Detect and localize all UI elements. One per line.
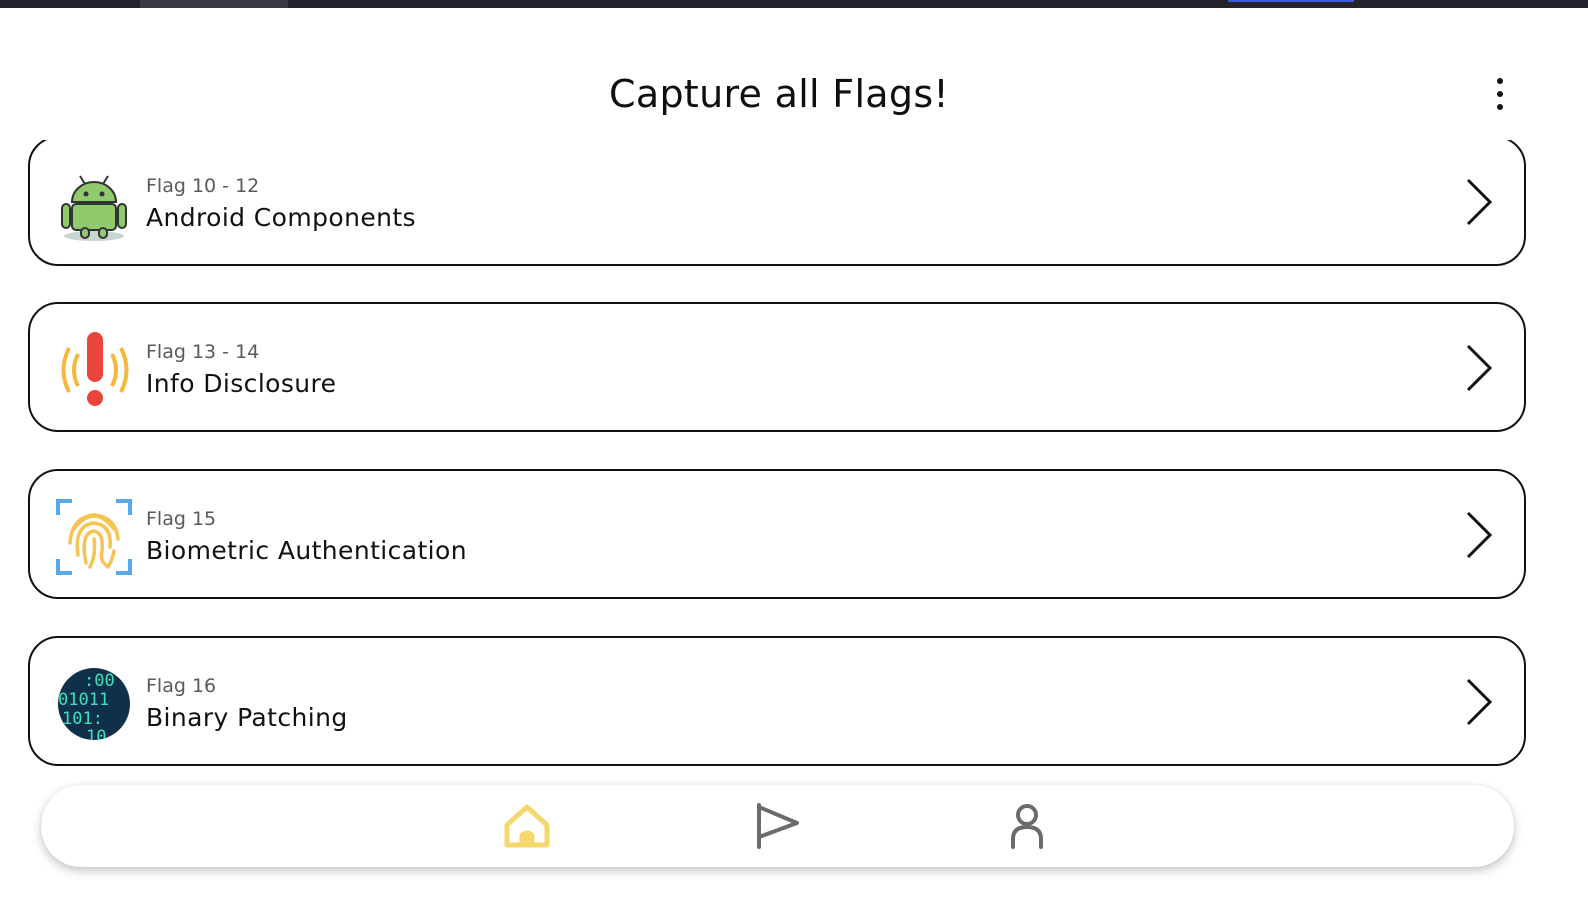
card-subtitle: Flag 16 <box>146 675 217 697</box>
svg-text::00: :00 <box>84 671 115 691</box>
card-binary-patching[interactable]: :00 01011 101: 10 Flag 16 Binary Patchin… <box>28 636 1526 766</box>
more-options-button[interactable] <box>1484 74 1516 114</box>
card-biometric-authentication[interactable]: Flag 15 Biometric Authentication <box>28 469 1526 599</box>
card-android-components[interactable]: Flag 10 - 12 Android Components <box>28 140 1526 266</box>
card-subtitle: Flag 10 - 12 <box>146 175 260 197</box>
exclamation-broadcast-icon <box>61 332 129 406</box>
page-title: Capture all Flags! <box>609 72 949 116</box>
card-title: Android Components <box>146 203 416 232</box>
chevron-right-icon <box>1466 178 1493 226</box>
status-bar-indicator <box>1228 0 1354 2</box>
svg-text:10: 10 <box>86 727 106 742</box>
card-title: Biometric Authentication <box>146 536 467 565</box>
chevron-right-icon <box>1466 678 1493 726</box>
card-title: Info Disclosure <box>146 369 337 398</box>
more-vert-icon-dot <box>1497 91 1503 97</box>
chevron-right-icon <box>1466 511 1493 559</box>
chevron-right-icon <box>1466 344 1493 392</box>
home-icon <box>504 804 550 848</box>
status-bar <box>0 0 1588 8</box>
nav-profile-button[interactable] <box>999 799 1055 855</box>
flag-category-list[interactable]: Flag 10 - 12 Android Components Flag 13 … <box>0 140 1588 780</box>
status-bar-tab <box>140 0 288 8</box>
card-subtitle: Flag 15 <box>146 508 217 530</box>
more-vert-icon <box>1497 78 1503 84</box>
user-icon <box>1011 804 1043 849</box>
svg-text:01011: 01011 <box>58 690 109 710</box>
more-vert-icon-dot <box>1497 104 1503 110</box>
svg-text:101:: 101: <box>62 709 103 729</box>
card-title: Binary Patching <box>146 703 348 732</box>
card-subtitle: Flag 13 - 14 <box>146 341 260 363</box>
fingerprint-icon <box>56 499 132 575</box>
bottom-navigation-bar <box>41 785 1514 867</box>
android-robot-icon <box>61 175 127 241</box>
nav-home-button[interactable] <box>499 799 555 855</box>
nav-flags-button[interactable] <box>749 799 805 855</box>
flag-icon <box>757 803 799 849</box>
binary-code-icon: :00 01011 101: 10 <box>58 668 130 742</box>
card-info-disclosure[interactable]: Flag 13 - 14 Info Disclosure <box>28 302 1526 432</box>
